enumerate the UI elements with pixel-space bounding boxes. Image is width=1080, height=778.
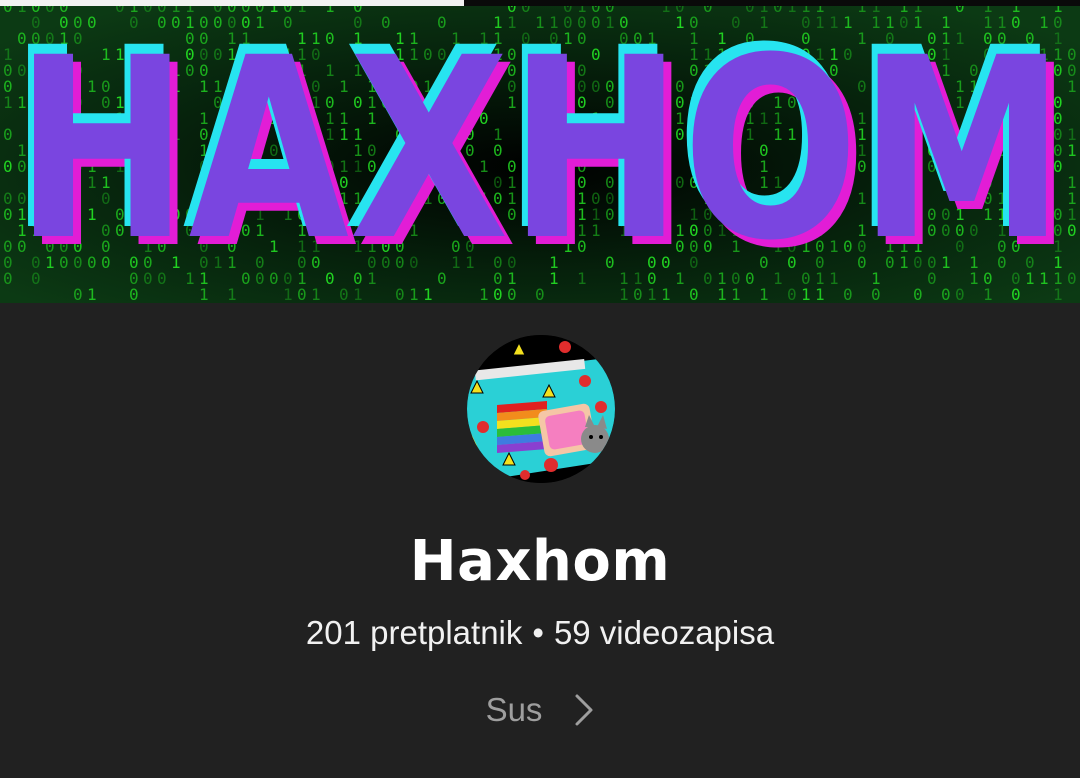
avatar-image <box>467 335 615 483</box>
channel-more-button[interactable]: Sus <box>470 686 610 734</box>
subscriber-count: 201 pretplatnik <box>305 614 523 651</box>
banner-progress-fill <box>0 0 465 6</box>
channel-banner: 0100100000001100110011000010011100000110… <box>0 0 1080 303</box>
banner-art: 0100100000001100110011000010011100000110… <box>0 0 1080 303</box>
banner-progress-bar <box>0 0 1080 6</box>
chevron-right-icon <box>574 693 594 727</box>
channel-page: 0100100000001100110011000010011100000110… <box>0 0 1080 778</box>
video-count: 59 videozapisa <box>553 614 775 651</box>
channel-avatar[interactable] <box>467 335 615 483</box>
matrix-glyph: 1 <box>3 301 13 303</box>
stats-separator: • <box>532 614 544 651</box>
channel-stats: 201 pretplatnik • 59 videozapisa <box>0 610 1080 656</box>
banner-title: HAXHOM <box>15 4 1065 295</box>
channel-name: Haxhom <box>409 529 671 594</box>
more-label: Sus <box>485 691 543 728</box>
